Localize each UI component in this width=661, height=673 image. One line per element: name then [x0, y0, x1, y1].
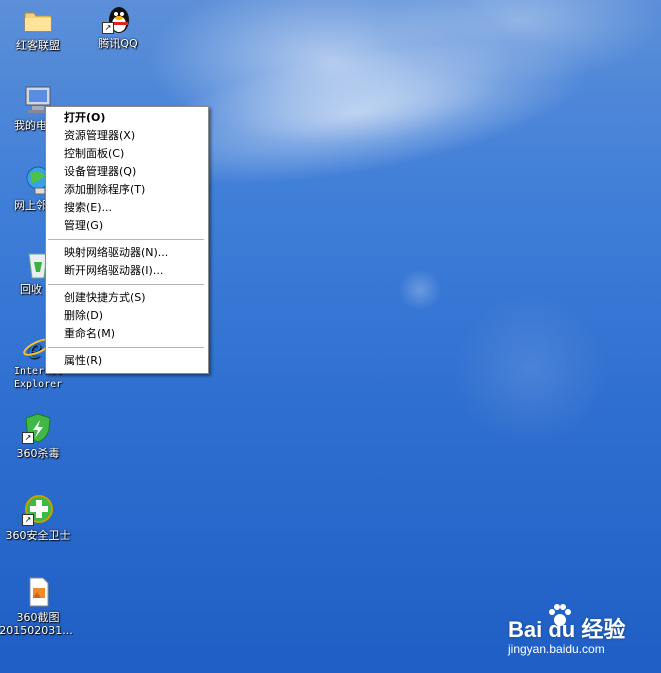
menu-item-delete[interactable]: 删除(D)	[64, 308, 103, 324]
shield-icon: ↗	[22, 412, 54, 444]
icon-label: 360安全卫士	[5, 529, 71, 542]
wallpaper-light-streak	[181, 4, 619, 206]
folder-icon	[22, 4, 54, 36]
baidu-paw-icon	[545, 600, 575, 630]
icon-label-line2: 201502031...	[0, 624, 73, 637]
menu-separator	[48, 347, 204, 348]
menu-item-device-manager[interactable]: 设备管理器(Q)	[64, 164, 136, 180]
plus-shield-icon: ↗	[22, 494, 54, 526]
menu-separator	[48, 284, 204, 285]
context-menu: 打开(O) 资源管理器(X) 控制面板(C) 设备管理器(Q) 添加删除程序(T…	[45, 106, 209, 374]
menu-item-search[interactable]: 搜索(E)...	[64, 200, 112, 216]
qq-penguin-icon: ↗	[102, 2, 134, 34]
menu-separator	[48, 239, 204, 240]
icon-label: 红客联盟	[16, 39, 60, 52]
icon-label: 腾讯QQ	[98, 37, 138, 50]
menu-item-explorer[interactable]: 资源管理器(X)	[64, 128, 135, 144]
icon-label: 360截图	[16, 611, 60, 624]
menu-item-map-network-drive[interactable]: 映射网络驱动器(N)...	[64, 245, 168, 261]
menu-item-disconnect-network-drive[interactable]: 断开网络驱动器(I)...	[64, 263, 163, 279]
watermark-site: jingyan.baidu.com	[508, 642, 605, 656]
menu-item-manage[interactable]: 管理(G)	[64, 218, 103, 234]
shortcut-arrow-icon: ↗	[22, 514, 34, 526]
desktop-icon-360-antivirus[interactable]: ↗ 360杀毒	[0, 412, 76, 460]
menu-item-create-shortcut[interactable]: 创建快捷方式(S)	[64, 290, 146, 306]
desktop-icon-360-screenshot[interactable]: 360截图 201502031...	[0, 576, 76, 637]
icon-label-line2: Explorer	[14, 379, 63, 390]
menu-item-open[interactable]: 打开(O)	[64, 110, 105, 126]
shortcut-arrow-icon: ↗	[102, 22, 114, 34]
desktop-icon-360-safeguard[interactable]: ↗ 360安全卫士	[0, 494, 76, 542]
menu-item-rename[interactable]: 重命名(M)	[64, 326, 115, 342]
desktop-icon-qq[interactable]: ↗ 腾讯QQ	[80, 2, 156, 50]
menu-item-control-panel[interactable]: 控制面板(C)	[64, 146, 124, 162]
shortcut-arrow-icon: ↗	[22, 432, 34, 444]
desktop-icon-hongke[interactable]: 红客联盟	[0, 4, 76, 52]
image-file-icon	[22, 576, 54, 608]
menu-item-add-remove-programs[interactable]: 添加删除程序(T)	[64, 182, 145, 198]
menu-item-properties[interactable]: 属性(R)	[64, 353, 102, 369]
icon-label: 360杀毒	[16, 447, 60, 460]
